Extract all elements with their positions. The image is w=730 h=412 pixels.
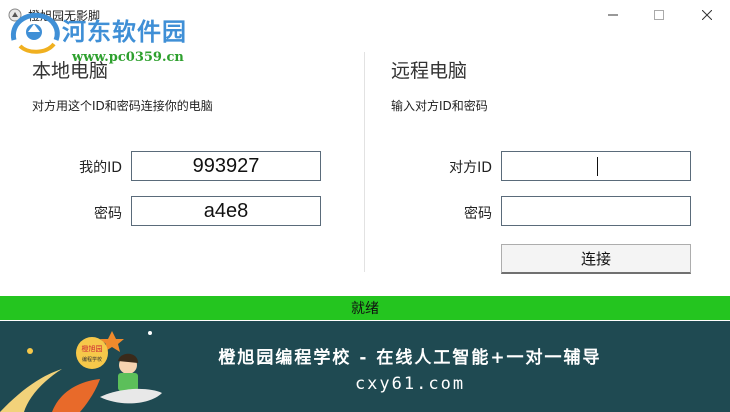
my-id-field[interactable]: 993927 (131, 151, 321, 181)
minimize-icon (608, 14, 618, 16)
app-window: 橙旭园无影脚 河东软件园 www.pc0359.cn 本地电脑 对方用这个ID和… (0, 0, 730, 412)
partner-password-label: 密码 (464, 206, 492, 222)
my-id-value: 993927 (192, 155, 260, 177)
watermark-logo-icon (10, 12, 60, 54)
my-password-value: a4e8 (203, 200, 249, 222)
local-panel-subtitle: 对方用这个ID和密码连接你的电脑 (32, 99, 213, 113)
banner-url: cxy61.com (354, 374, 466, 394)
banner-headline: 橙旭园编程学校 - 在线人工智能+一对一辅导 (218, 348, 602, 368)
connect-button[interactable]: 连接 (501, 244, 691, 274)
my-password-label: 密码 (94, 206, 122, 222)
minimize-button[interactable] (590, 0, 636, 30)
remote-panel-subtitle: 输入对方ID和密码 (391, 99, 488, 113)
banner-logo-text: 橙旭园 (82, 344, 103, 353)
maximize-button[interactable] (636, 0, 682, 30)
promo-banner[interactable]: 橙旭园 编程学校 橙旭园编程学校 - 在线人工智能+一对一辅导 cxy61.co… (0, 321, 730, 412)
my-password-field[interactable]: a4e8 (131, 196, 321, 226)
banner-logo-subtext: 编程学校 (82, 356, 102, 363)
status-text: 就绪 (351, 301, 379, 317)
rocket-kid-illustration: 橙旭园 编程学校 (0, 331, 162, 412)
status-bar: 就绪 (0, 296, 730, 320)
maximize-icon (654, 10, 664, 20)
my-id-label: 我的ID (79, 160, 122, 176)
partner-password-input[interactable] (501, 196, 691, 226)
remote-panel-title: 远程电脑 (391, 60, 468, 82)
partner-id-label: 对方ID (449, 160, 492, 176)
close-icon (702, 10, 712, 20)
text-caret (597, 157, 598, 176)
panel-divider (364, 52, 365, 272)
close-button[interactable] (684, 0, 730, 30)
local-panel-title: 本地电脑 (32, 60, 109, 82)
watermark-name: 河东软件园 (62, 17, 187, 46)
partner-id-input[interactable] (501, 151, 691, 181)
